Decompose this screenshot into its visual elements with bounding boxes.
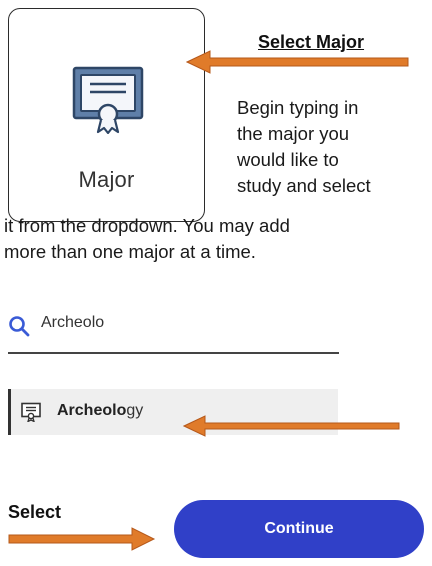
section-heading: Select Major (258, 32, 365, 52)
search-input[interactable]: Archeolo (41, 314, 104, 332)
major-tile[interactable]: Major (8, 8, 205, 222)
tile-label: Major (78, 167, 135, 192)
search-underline (8, 352, 339, 354)
instruction-text: Begin typing in the major you would like… (237, 97, 371, 196)
search-icon (9, 316, 30, 337)
instruction-text-continued: it from the dropdown. You may add more t… (4, 215, 290, 262)
continue-button[interactable]: Continue (174, 500, 424, 558)
arrow-right-icon (8, 527, 156, 551)
certificate-icon (72, 66, 144, 134)
select-label: Select (8, 502, 62, 522)
dropdown-option-label: Archeology (57, 402, 144, 419)
arrow-left-icon (183, 415, 400, 437)
certificate-icon (21, 402, 41, 422)
